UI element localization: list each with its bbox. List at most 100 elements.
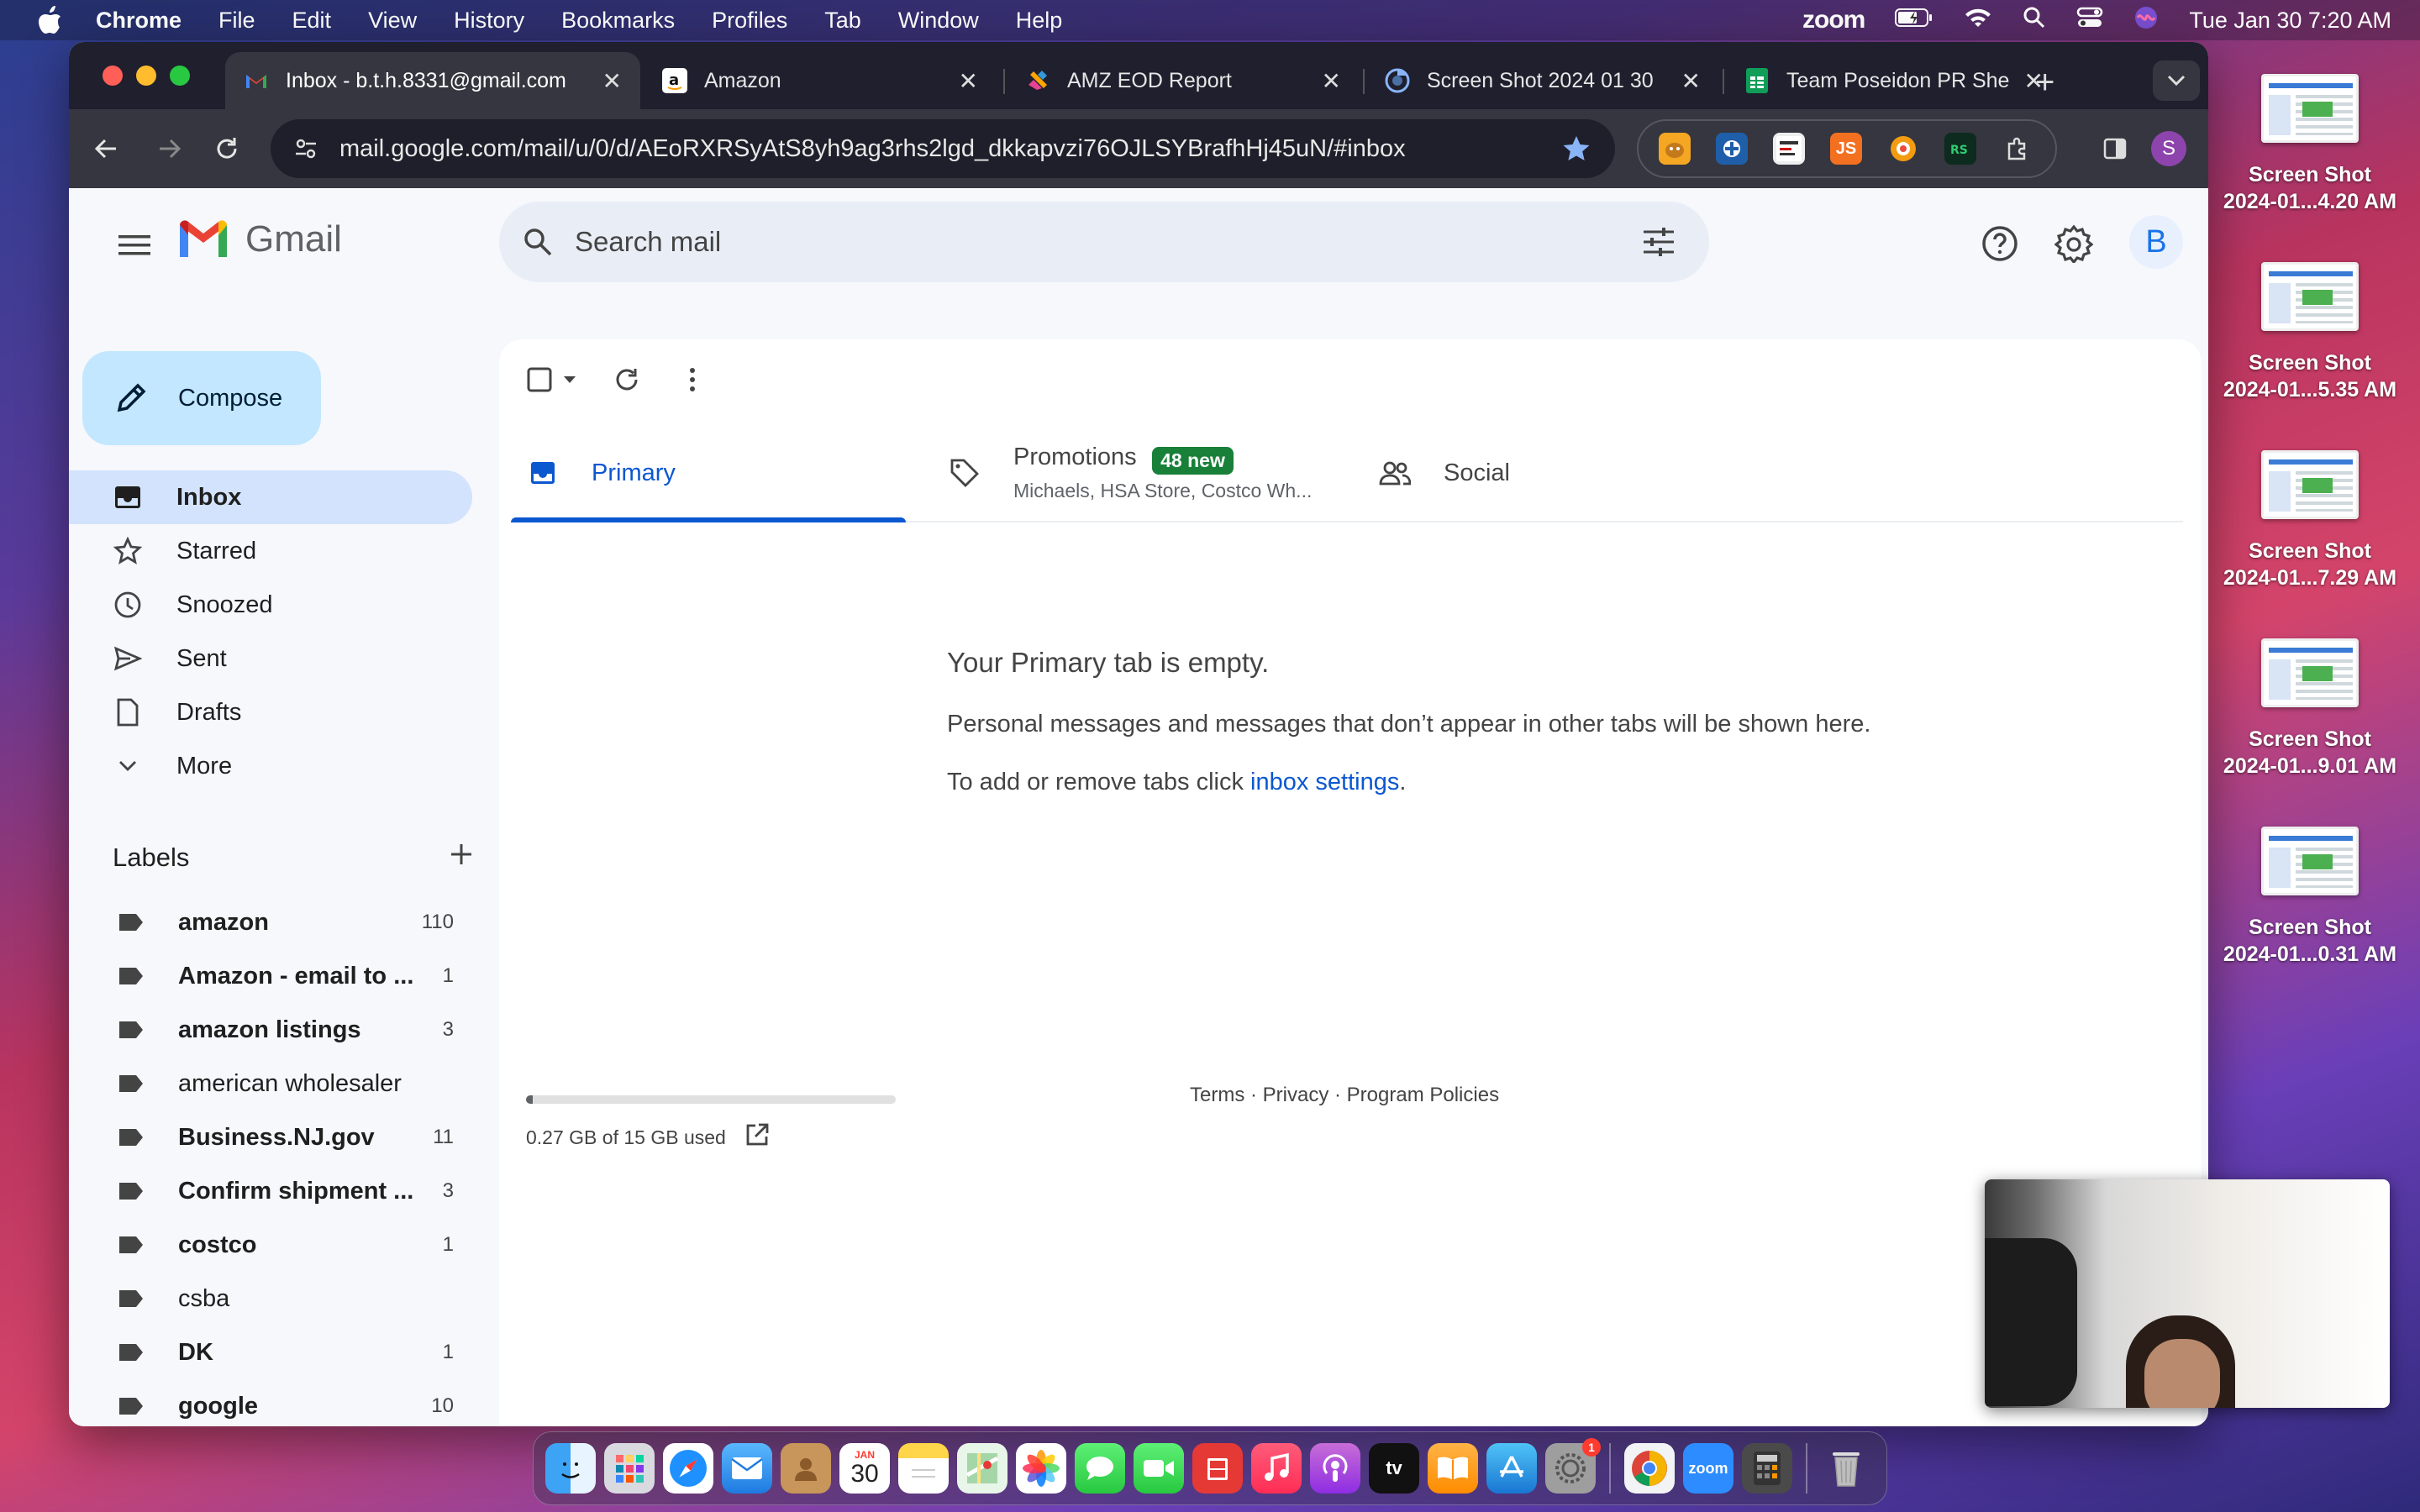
- messages-icon[interactable]: [1075, 1443, 1125, 1494]
- facetime-icon[interactable]: [1134, 1443, 1184, 1494]
- nav-item-snoozed[interactable]: Snoozed: [69, 578, 472, 632]
- music-icon[interactable]: [1251, 1443, 1302, 1494]
- notes-icon[interactable]: [898, 1443, 949, 1494]
- control-center-icon[interactable]: [2076, 6, 2103, 35]
- launchpad-icon[interactable]: [604, 1443, 655, 1494]
- system-settings-icon[interactable]: 1: [1545, 1438, 1601, 1494]
- new-tab-button[interactable]: +: [2035, 64, 2054, 102]
- nav-item-sent[interactable]: Sent: [69, 632, 472, 685]
- battery-icon[interactable]: [1895, 8, 1933, 34]
- label-item[interactable]: american wholesaler: [69, 1057, 472, 1110]
- photos-icon[interactable]: [1016, 1443, 1066, 1494]
- search-input[interactable]: [575, 226, 1639, 258]
- contacts-icon[interactable]: [781, 1443, 831, 1494]
- external-link-icon[interactable]: [744, 1122, 770, 1152]
- desktop-screenshot-file[interactable]: Screen Shot 2024-01...4.20 AM: [2215, 74, 2405, 215]
- apple-menu-icon[interactable]: [34, 3, 67, 37]
- more-options-icon[interactable]: [672, 360, 713, 400]
- menu-view[interactable]: View: [368, 8, 417, 34]
- search-options-icon[interactable]: [1639, 222, 1679, 262]
- menu-help[interactable]: Help: [1016, 8, 1063, 34]
- desktop-screenshot-file[interactable]: Screen Shot 2024-01...9.01 AM: [2215, 638, 2405, 780]
- desktop-screenshot-file[interactable]: Screen Shot 2024-01...0.31 AM: [2215, 827, 2405, 968]
- menu-tab[interactable]: Tab: [824, 8, 861, 34]
- label-item[interactable]: amazon listings 3: [69, 1003, 472, 1057]
- label-item[interactable]: DK 1: [69, 1326, 472, 1379]
- podcasts-icon[interactable]: [1310, 1443, 1360, 1494]
- menu-edit[interactable]: Edit: [292, 8, 332, 34]
- menu-window[interactable]: Window: [898, 8, 979, 34]
- compose-button[interactable]: Compose: [82, 351, 321, 445]
- forward-arrow-icon[interactable]: [153, 132, 187, 165]
- close-tab-icon[interactable]: ✕: [602, 67, 622, 95]
- address-bar[interactable]: mail.google.com/mail/u/0/d/AEoRXRSyAtS8y…: [271, 119, 1615, 178]
- maps-icon[interactable]: [957, 1443, 1007, 1494]
- extension-js-icon[interactable]: JS: [1830, 133, 1862, 165]
- desktop-screenshot-file[interactable]: Screen Shot 2024-01...7.29 AM: [2215, 450, 2405, 591]
- label-item[interactable]: amazon 110: [69, 895, 472, 949]
- close-tab-icon[interactable]: ✕: [1681, 67, 1701, 95]
- trash-icon[interactable]: [1821, 1443, 1871, 1494]
- browser-tab-amz-eod[interactable]: AMZ EOD Report ✕: [1007, 52, 1360, 109]
- label-item[interactable]: csba: [69, 1272, 472, 1326]
- spotlight-search-icon[interactable]: [2023, 6, 2046, 35]
- tab-social[interactable]: Social: [1378, 423, 1714, 522]
- zoom-video-tile[interactable]: [1985, 1179, 2390, 1408]
- safari-icon[interactable]: [663, 1443, 713, 1494]
- nav-item-starred[interactable]: Starred: [69, 524, 472, 578]
- extension-jungle-scout-icon[interactable]: [1659, 133, 1691, 165]
- browser-tab-amazon[interactable]: a Amazon ✕: [644, 52, 997, 109]
- gmail-logo[interactable]: Gmail: [176, 218, 342, 260]
- bookmark-star-icon[interactable]: [1560, 132, 1593, 165]
- chrome-icon[interactable]: [1624, 1443, 1675, 1494]
- menu-app-name[interactable]: Chrome: [96, 8, 182, 34]
- desktop-screenshot-file[interactable]: Screen Shot 2024-01...5.35 AM: [2215, 262, 2405, 403]
- label-item[interactable]: Business.NJ.gov 11: [69, 1110, 472, 1164]
- extensions-puzzle-icon[interactable]: [2002, 133, 2033, 165]
- apple-tv-icon[interactable]: tv: [1369, 1443, 1419, 1494]
- refresh-icon[interactable]: [607, 360, 647, 400]
- profile-avatar[interactable]: S: [2148, 128, 2190, 170]
- select-all-checkbox[interactable]: [523, 360, 581, 400]
- wifi-icon[interactable]: [1964, 7, 1992, 34]
- finder-icon[interactable]: [545, 1443, 596, 1494]
- reload-icon[interactable]: [210, 132, 244, 165]
- books-icon[interactable]: [1428, 1443, 1478, 1494]
- footer-links[interactable]: Terms · Privacy · Program Policies: [1190, 1084, 1499, 1107]
- settings-gear-icon[interactable]: [2050, 220, 2097, 267]
- tab-search-button[interactable]: [2153, 60, 2200, 101]
- extension-keepa-icon[interactable]: [1716, 133, 1748, 165]
- zoom-status-item[interactable]: zoom: [1802, 6, 1865, 34]
- inbox-settings-link[interactable]: inbox settings: [1250, 769, 1399, 795]
- nav-item-inbox[interactable]: Inbox: [69, 470, 472, 524]
- tab-primary[interactable]: Primary: [526, 423, 906, 522]
- clock-datetime[interactable]: Tue Jan 30 7:20 AM: [2189, 8, 2391, 34]
- url-text[interactable]: mail.google.com/mail/u/0/d/AEoRXRSyAtS8y…: [339, 135, 1560, 163]
- side-panel-icon[interactable]: [2094, 128, 2136, 170]
- menu-bookmarks[interactable]: Bookmarks: [561, 8, 675, 34]
- fullscreen-window-button[interactable]: [170, 66, 190, 86]
- browser-tab-poseidon-sheet[interactable]: Team Poseidon PR Sheet ✕: [1726, 52, 2062, 109]
- site-settings-icon[interactable]: [289, 132, 323, 165]
- extension-orange-circle-icon[interactable]: [1887, 133, 1919, 165]
- mail-app-icon[interactable]: [722, 1443, 772, 1494]
- tab-promotions[interactable]: Promotions 48 new Michaels, HSA Store, C…: [948, 423, 1351, 522]
- close-tab-icon[interactable]: ✕: [959, 67, 978, 95]
- extension-rs-icon[interactable]: RS: [1944, 133, 1976, 165]
- nav-item-drafts[interactable]: Drafts: [69, 685, 472, 739]
- menu-profiles[interactable]: Profiles: [712, 8, 787, 34]
- app-store-icon[interactable]: [1486, 1443, 1537, 1494]
- zoom-app-icon[interactable]: zoom: [1683, 1443, 1733, 1494]
- siri-icon[interactable]: [2133, 5, 2159, 36]
- close-window-button[interactable]: [103, 66, 123, 86]
- label-item[interactable]: costco 1: [69, 1218, 472, 1272]
- menu-file[interactable]: File: [218, 8, 255, 34]
- photo-booth-icon[interactable]: [1192, 1443, 1243, 1494]
- main-menu-icon[interactable]: [109, 220, 160, 270]
- calendar-icon[interactable]: JAN 30: [839, 1443, 890, 1494]
- back-arrow-icon[interactable]: [89, 132, 123, 165]
- search-icon[interactable]: [519, 223, 556, 260]
- minimize-window-button[interactable]: [136, 66, 156, 86]
- browser-tab-screenshot[interactable]: Screen Shot 2024 01 30 ✕: [1366, 52, 1719, 109]
- close-tab-icon[interactable]: ✕: [1322, 67, 1341, 95]
